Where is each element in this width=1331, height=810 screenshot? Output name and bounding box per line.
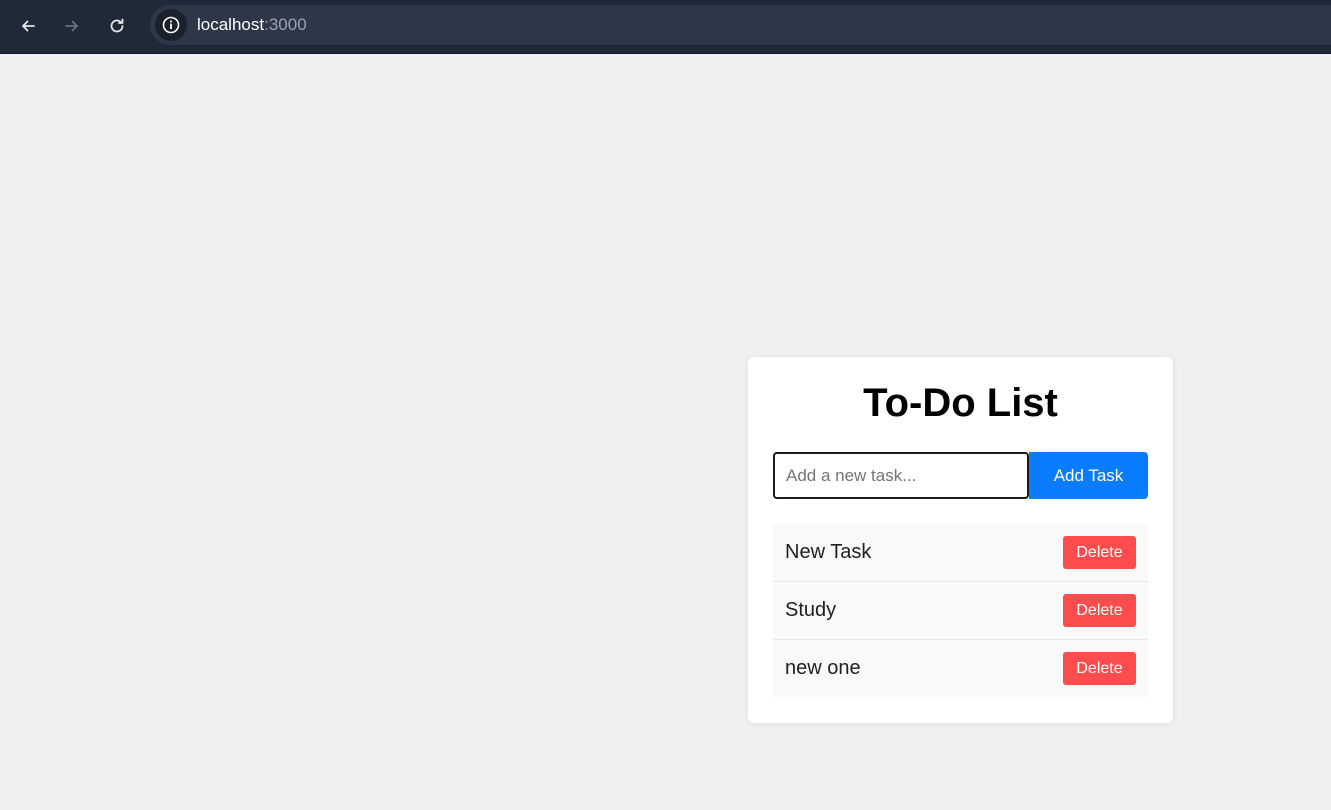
add-task-button[interactable]: Add Task <box>1029 452 1148 499</box>
reload-icon <box>110 18 124 33</box>
browser-toolbar: localhost:3000 <box>0 0 1331 54</box>
url-text[interactable]: localhost:3000 <box>197 15 307 35</box>
url-host: localhost <box>197 15 265 34</box>
forward-button[interactable] <box>54 8 90 44</box>
arrow-right-icon <box>65 20 78 32</box>
task-item: Study Delete <box>773 582 1148 640</box>
task-text: new one <box>785 657 861 679</box>
url-port: :3000 <box>264 15 307 34</box>
site-info-button[interactable] <box>155 9 187 41</box>
todo-card: To-Do List Add Task New Task Delete Stud… <box>748 357 1173 723</box>
delete-task-button[interactable]: Delete <box>1063 594 1136 627</box>
back-button[interactable] <box>10 8 46 44</box>
new-task-input[interactable] <box>773 452 1029 499</box>
task-item: New Task Delete <box>773 524 1148 582</box>
task-list: New Task Delete Study Delete new one Del… <box>773 524 1148 697</box>
reload-button[interactable] <box>99 8 135 44</box>
page-title: To-Do List <box>863 381 1058 425</box>
task-item: new one Delete <box>773 640 1148 697</box>
arrow-left-icon <box>22 20 35 32</box>
info-icon <box>162 16 180 34</box>
task-text: New Task <box>785 541 872 563</box>
delete-task-button[interactable]: Delete <box>1063 652 1136 685</box>
task-text: Study <box>785 599 837 621</box>
delete-task-button[interactable]: Delete <box>1063 536 1136 569</box>
address-bar[interactable]: localhost:3000 <box>150 5 1331 45</box>
